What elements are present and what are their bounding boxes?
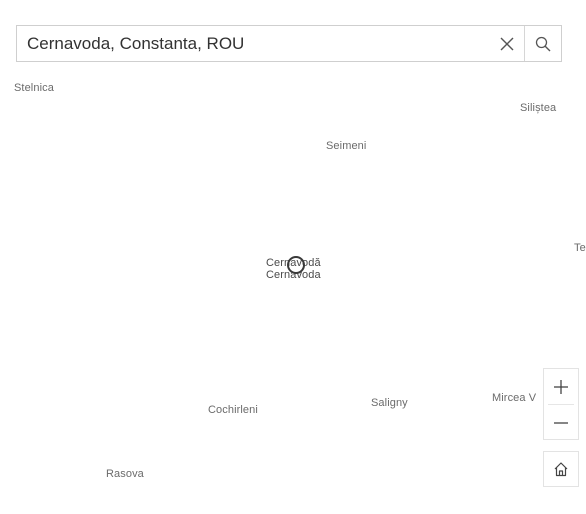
place-label-te: Te (574, 242, 586, 254)
clear-search-button[interactable] (490, 26, 524, 61)
search-input[interactable] (17, 26, 490, 61)
map-view[interactable]: Stelnica Siliștea Seimeni Te Cernavodă C… (0, 0, 586, 514)
place-label-cochirleni: Cochirleni (208, 404, 258, 416)
place-label-stelnica: Stelnica (14, 82, 54, 94)
search-bar (16, 25, 562, 62)
home-icon (554, 462, 568, 477)
place-label-mircea: Mircea V (492, 392, 537, 404)
zoom-controls (543, 368, 579, 440)
place-label-rasova: Rasova (106, 468, 144, 480)
close-icon (500, 37, 514, 50)
home-button[interactable] (543, 451, 579, 487)
place-label-silistea: Siliștea (520, 102, 557, 114)
plus-icon (554, 379, 568, 394)
search-icon (535, 36, 551, 51)
zoom-in-button[interactable] (544, 369, 578, 404)
zoom-out-button[interactable] (544, 405, 578, 440)
place-label-seimeni: Seimeni (326, 140, 367, 152)
location-marker (287, 256, 305, 274)
search-button[interactable] (524, 26, 561, 61)
minus-icon (554, 421, 568, 424)
place-label-saligny: Saligny (371, 397, 408, 409)
